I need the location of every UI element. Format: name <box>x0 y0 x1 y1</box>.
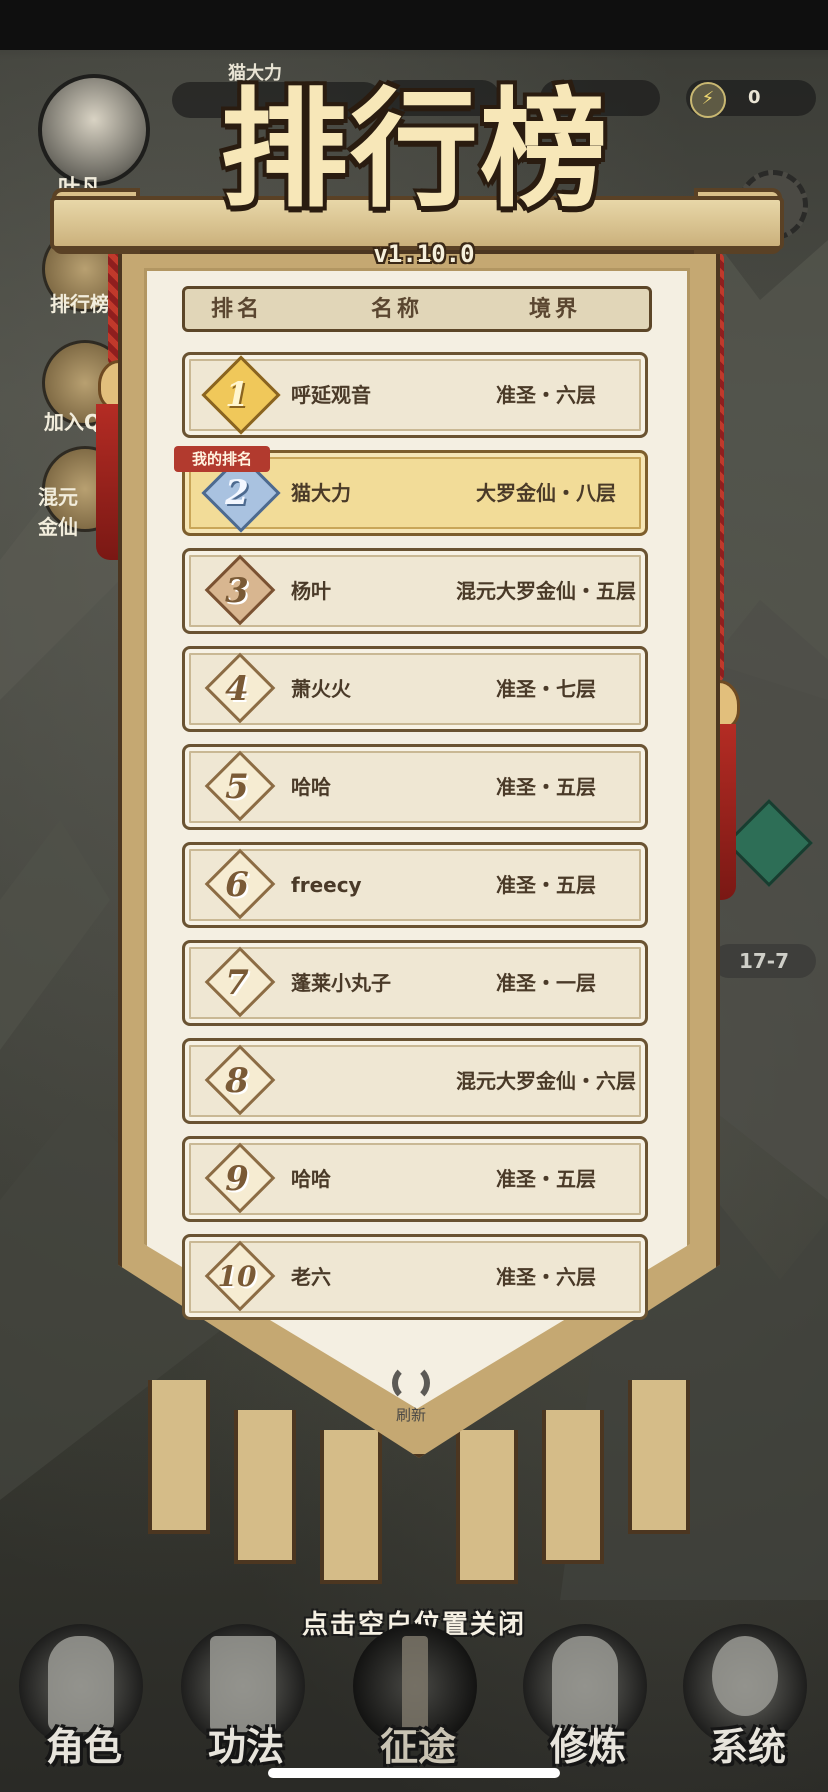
rank-number: 5 <box>225 767 249 807</box>
nav-skills[interactable]: 功法 <box>166 1610 316 1790</box>
player-name: 哈哈 <box>291 775 331 799</box>
my-rank-tag: 我的排名 <box>174 446 270 472</box>
leaderboard-title: 排行榜 <box>219 75 610 225</box>
player-realm: 准圣・五层 <box>496 873 596 897</box>
player-realm: 大罗金仙・八层 <box>476 481 616 505</box>
nav-label: 系统 <box>709 1724 786 1769</box>
player-realm: 准圣・五层 <box>496 1167 596 1191</box>
refresh-icon <box>392 1364 430 1402</box>
side-label-leaderboard: 排行榜 <box>50 292 110 316</box>
player-name: 呼延观音 <box>291 383 371 407</box>
rank-number: 8 <box>225 1061 249 1101</box>
refresh-button[interactable]: 刷新 <box>386 1364 436 1424</box>
rank-row-3[interactable]: 3 杨叶 混元大罗金仙・五层 <box>182 548 648 634</box>
version-label: v1.10.0 <box>373 240 475 268</box>
header-realm: 境界 <box>529 296 582 322</box>
home-indicator[interactable] <box>268 1768 560 1778</box>
stage-label: 17-7 <box>712 944 816 978</box>
nav-journey[interactable]: 征途 <box>338 1610 488 1790</box>
rank-number: 10 <box>217 1260 257 1293</box>
rank-row-9[interactable]: 9 哈哈 准圣・五层 <box>182 1136 648 1222</box>
bottom-nav: 角色 功法 征途 修炼 系统 <box>0 1610 828 1792</box>
mascot-icon <box>712 1636 778 1716</box>
rank-number: 3 <box>225 571 249 611</box>
player-name: 哈哈 <box>291 1167 331 1191</box>
rank-number: 6 <box>225 865 249 905</box>
rank-row-5[interactable]: 5 哈哈 准圣・五层 <box>182 744 648 830</box>
nav-character[interactable]: 角色 <box>4 1610 154 1790</box>
rank-row-10[interactable]: 10 老六 准圣・六层 <box>182 1234 648 1320</box>
nav-label: 功法 <box>207 1724 284 1769</box>
refresh-label: 刷新 <box>395 1406 426 1424</box>
player-name: freecy <box>291 873 362 897</box>
nav-cultivation[interactable]: 修炼 <box>508 1610 658 1790</box>
player-name: 老六 <box>291 1265 331 1289</box>
side-label-realm: 混元金仙 <box>38 485 78 539</box>
player-realm: 准圣・六层 <box>496 1265 596 1289</box>
lightning-icon: ⚡ <box>690 82 726 118</box>
energy-value: 0 <box>748 87 761 108</box>
energy-pill[interactable]: ⚡ 0 <box>686 80 816 118</box>
player-realm: 准圣・五层 <box>496 775 596 799</box>
nav-label: 征途 <box>379 1724 456 1769</box>
player-realm: 混元大罗金仙・六层 <box>456 1069 636 1093</box>
rank-row-7[interactable]: 7 蓬莱小丸子 准圣・一层 <box>182 940 648 1026</box>
header-name: 名称 <box>371 296 424 322</box>
rank-number: 1 <box>225 375 249 415</box>
player-name: 萧火火 <box>291 677 351 701</box>
nav-system[interactable]: 系统 <box>668 1610 818 1790</box>
player-name: 蓬莱小丸子 <box>291 971 391 995</box>
rank-row-8[interactable]: 8 混元大罗金仙・六层 <box>182 1038 648 1124</box>
rank-row-4[interactable]: 4 萧火火 准圣・七层 <box>182 646 648 732</box>
nav-label: 角色 <box>45 1724 122 1769</box>
rank-number: 2 <box>225 473 249 513</box>
table-header: 排名 名称 境界 <box>182 286 652 332</box>
player-realm: 混元大罗金仙・五层 <box>456 579 636 603</box>
nav-label: 修炼 <box>549 1724 626 1769</box>
player-name: 杨叶 <box>291 579 331 603</box>
rank-row-6[interactable]: 6 freecy 准圣・五层 <box>182 842 648 928</box>
header-rank: 排名 <box>211 296 264 322</box>
player-name: 猫大力 <box>291 481 351 505</box>
rank-number: 7 <box>225 963 249 1003</box>
rank-row-1[interactable]: 1 呼延观音 准圣・六层 <box>182 352 648 438</box>
player-realm: 准圣・一层 <box>496 971 596 995</box>
player-realm: 准圣・七层 <box>496 677 596 701</box>
player-realm: 准圣・六层 <box>496 383 596 407</box>
rank-number: 9 <box>225 1159 249 1199</box>
status-bar <box>0 0 828 50</box>
side-label-join-qq: 加入Q <box>44 410 102 434</box>
rank-number: 4 <box>225 669 249 709</box>
